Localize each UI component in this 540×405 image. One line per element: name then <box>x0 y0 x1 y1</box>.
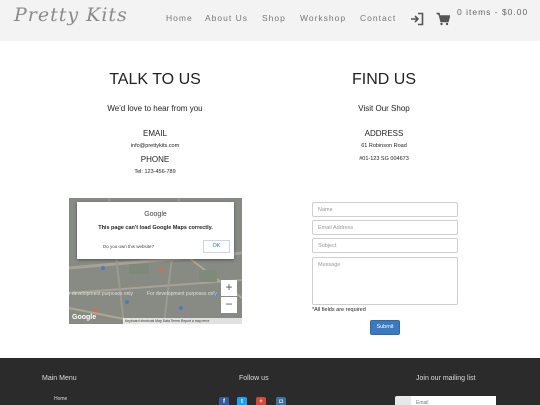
subject-field[interactable] <box>312 238 458 253</box>
cart-summary[interactable]: 0 items - $0.00 <box>457 7 528 17</box>
footer-home-link[interactable]: Home <box>54 396 67 402</box>
talk-title: TALK TO US <box>109 71 201 88</box>
map-footer-links[interactable]: Keyboard shortcuts Map Data Terms Report… <box>123 318 242 324</box>
address-label: ADDRESS <box>364 129 404 138</box>
login-icon[interactable] <box>410 12 424 26</box>
submit-button[interactable]: Submit <box>370 320 400 335</box>
google-plus-icon[interactable]: + <box>256 397 266 405</box>
email-field[interactable] <box>312 220 458 235</box>
site-header: Pretty Kits Home About Us Shop Workshop … <box>0 0 540 41</box>
email-label: EMAIL <box>142 129 167 138</box>
cart-icon[interactable] <box>436 12 450 26</box>
map-error-message: This page can't load Google Maps correct… <box>98 225 213 231</box>
address-line-1: 61 Robinson Road <box>361 143 407 149</box>
footer-mailing-heading: Join our mailing list <box>416 375 476 382</box>
find-title: FIND US <box>352 71 416 88</box>
twitter-icon[interactable]: t <box>237 397 247 405</box>
instagram-icon[interactable]: ◘ <box>276 397 286 405</box>
find-subtitle: Visit Our Shop <box>358 104 410 113</box>
phone-number: Tel: 123-456-789 <box>134 169 176 175</box>
address-line-2: #01-123 SG 004673 <box>359 156 409 162</box>
phone-label: PHONE <box>140 155 170 164</box>
site-logo[interactable]: Pretty Kits <box>14 4 128 26</box>
zoom-out-button[interactable]: − <box>221 297 237 313</box>
nav-about-us[interactable]: About Us <box>205 13 248 23</box>
newsletter-email-input[interactable] <box>411 396 496 405</box>
zoom-in-button[interactable]: + <box>221 280 237 296</box>
mail-envelope-icon <box>395 396 411 405</box>
map-dialog-brand: Google <box>144 211 167 218</box>
footer-follow-heading: Follow us <box>239 375 269 382</box>
map-google-logo: Google <box>72 314 97 321</box>
map-own-question[interactable]: Do you own this website? <box>103 244 154 249</box>
map-dev-watermark: For development purposes only <box>69 291 134 297</box>
map-error-dialog: Google This page can't load Google Maps … <box>77 202 234 259</box>
nav-contact[interactable]: Contact <box>360 13 396 23</box>
footer-main-menu-heading: Main Menu <box>42 375 77 382</box>
facebook-icon[interactable]: f <box>219 397 229 405</box>
map-dev-watermark-2: For development purposes only <box>147 291 218 297</box>
talk-subtitle: We'd love to hear from you <box>107 104 203 113</box>
nav-workshop[interactable]: Workshop <box>300 13 346 23</box>
message-field[interactable] <box>312 257 458 305</box>
email-address[interactable]: info@prettykits.com <box>55 143 255 149</box>
required-note: *All fields are required <box>312 307 366 313</box>
nav-home[interactable]: Home <box>166 13 193 23</box>
map-ok-button[interactable]: OK <box>203 240 230 253</box>
google-map[interactable]: For development purposes only For develo… <box>69 198 242 324</box>
nav-shop[interactable]: Shop <box>262 13 286 23</box>
name-field[interactable] <box>312 202 458 217</box>
